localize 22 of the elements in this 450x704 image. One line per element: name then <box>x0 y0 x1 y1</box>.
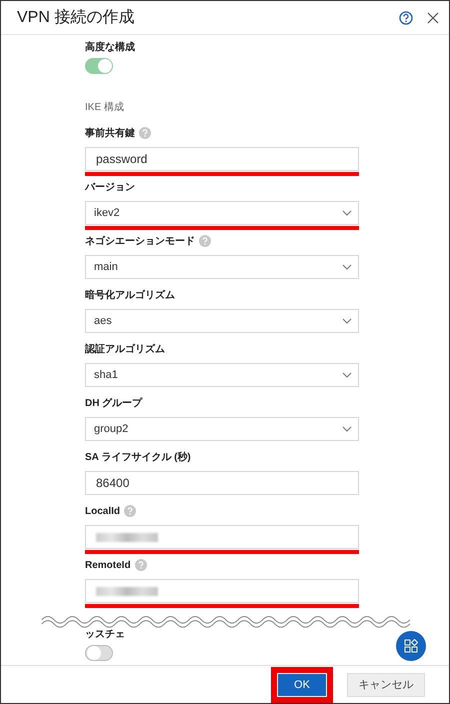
field-label: 暗号化アルゴリズム <box>85 288 175 302</box>
input-field[interactable]: 86400 <box>85 471 359 495</box>
field-label: DH グループ <box>85 396 142 410</box>
section-title: IKE 構成 <box>85 100 125 114</box>
select-field[interactable]: ikev2 <box>85 201 359 225</box>
dialog-title: VPN 接続の作成 <box>17 8 136 28</box>
input-field[interactable]: password <box>85 147 359 171</box>
field-label: RemoteId <box>85 560 131 570</box>
field-label: SA ライフサイクル (秒) <box>85 450 191 464</box>
setting-label: ッスチェ <box>85 629 125 641</box>
field-label: 認証アルゴリズム <box>85 342 165 356</box>
select-field[interactable]: group2 <box>85 417 359 441</box>
select-field[interactable]: main <box>85 255 359 279</box>
field-label: 事前共有鍵 <box>85 126 135 140</box>
field-label: LocalId <box>85 506 120 516</box>
ok-button[interactable]: OK <box>277 672 327 696</box>
field-label: バージョン <box>85 181 135 194</box>
cancel-button[interactable]: キャンセル <box>347 672 425 696</box>
select-field[interactable]: sha1 <box>85 363 359 387</box>
setting-label: 高度な構成 <box>85 40 135 54</box>
select-field[interactable]: aes <box>85 309 359 333</box>
field-label: ネゴシエーションモード <box>85 234 195 248</box>
